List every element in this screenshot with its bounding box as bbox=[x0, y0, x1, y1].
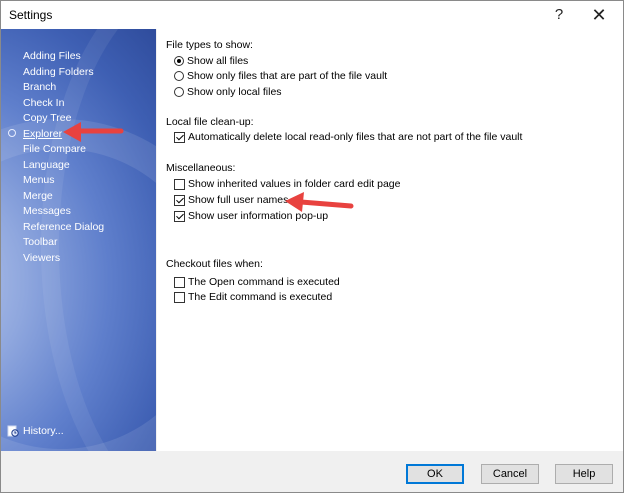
history-icon bbox=[7, 425, 19, 437]
check-auto-delete[interactable]: Automatically delete local read-only fil… bbox=[174, 130, 522, 144]
title-bar: Settings ? ✕ bbox=[1, 1, 623, 29]
dialog-footer: OK Cancel Help bbox=[1, 451, 623, 492]
sidebar-item-adding-folders[interactable]: Adding Folders bbox=[23, 65, 104, 81]
sidebar-nav: Adding Files Adding Folders Branch Check… bbox=[23, 49, 104, 266]
file-types-label: File types to show: bbox=[166, 39, 253, 51]
radio-button[interactable] bbox=[174, 87, 184, 97]
settings-sidebar: Adding Files Adding Folders Branch Check… bbox=[1, 29, 156, 451]
option-label: Show all files bbox=[187, 55, 249, 67]
settings-dialog: Settings ? ✕ Adding Files Adding Folders… bbox=[0, 0, 624, 493]
radio-show-vault-files[interactable]: Show only files that are part of the fil… bbox=[174, 69, 387, 83]
radio-show-all-files[interactable]: Show all files bbox=[174, 54, 248, 68]
settings-content: File types to show: Show all files Show … bbox=[157, 29, 623, 451]
sidebar-item-toolbar[interactable]: Toolbar bbox=[23, 235, 104, 251]
cleanup-label: Local file clean-up: bbox=[166, 116, 254, 128]
checkbox[interactable] bbox=[174, 291, 185, 303]
selected-bullet-icon bbox=[8, 129, 16, 137]
option-label: Show only files that are part of the fil… bbox=[187, 70, 388, 82]
checkbox[interactable] bbox=[174, 178, 185, 190]
explorer-arrow-annotation bbox=[63, 122, 124, 142]
option-label: Automatically delete local read-only fil… bbox=[188, 131, 523, 143]
option-label: The Edit command is executed bbox=[188, 291, 333, 303]
checkbox[interactable] bbox=[174, 131, 185, 143]
check-open-command[interactable]: The Open command is executed bbox=[174, 275, 340, 289]
check-edit-command[interactable]: The Edit command is executed bbox=[174, 290, 332, 304]
radio-button[interactable] bbox=[174, 56, 184, 66]
sidebar-item-check-in[interactable]: Check In bbox=[23, 96, 104, 112]
option-label: The Open command is executed bbox=[188, 276, 340, 288]
sidebar-item-viewers[interactable]: Viewers bbox=[23, 251, 104, 267]
help-title-button[interactable]: ? bbox=[539, 1, 579, 29]
radio-button[interactable] bbox=[174, 71, 184, 81]
sidebar-item-language[interactable]: Language bbox=[23, 158, 104, 174]
radio-show-local-files[interactable]: Show only local files bbox=[174, 85, 282, 99]
ok-button[interactable]: OK bbox=[406, 464, 464, 484]
checkbox[interactable] bbox=[174, 210, 185, 222]
sidebar-item-branch[interactable]: Branch bbox=[23, 80, 104, 96]
window-title: Settings bbox=[9, 8, 53, 22]
sidebar-item-menus[interactable]: Menus bbox=[23, 173, 104, 189]
option-label: Show inherited values in folder card edi… bbox=[188, 178, 401, 190]
history-link[interactable]: History... bbox=[7, 425, 64, 437]
option-label: Show only local files bbox=[187, 86, 282, 98]
history-label: History... bbox=[23, 425, 64, 437]
checkbox[interactable] bbox=[174, 276, 185, 288]
cancel-button[interactable]: Cancel bbox=[481, 464, 539, 484]
close-button[interactable]: ✕ bbox=[579, 1, 619, 29]
misc-label: Miscellaneous: bbox=[166, 162, 236, 174]
check-inherited-values[interactable]: Show inherited values in folder card edi… bbox=[174, 177, 400, 191]
checkbox[interactable] bbox=[174, 194, 185, 206]
option-label: Show full user names bbox=[188, 194, 289, 206]
checkout-label: Checkout files when: bbox=[166, 258, 263, 270]
sidebar-item-reference-dialog[interactable]: Reference Dialog bbox=[23, 220, 104, 236]
sidebar-item-merge[interactable]: Merge bbox=[23, 189, 104, 205]
help-button[interactable]: Help bbox=[555, 464, 613, 484]
sidebar-item-messages[interactable]: Messages bbox=[23, 204, 104, 220]
check-full-user-names[interactable]: Show full user names bbox=[174, 193, 288, 207]
sidebar-item-adding-files[interactable]: Adding Files bbox=[23, 49, 104, 65]
full-names-arrow-annotation bbox=[285, 192, 354, 212]
